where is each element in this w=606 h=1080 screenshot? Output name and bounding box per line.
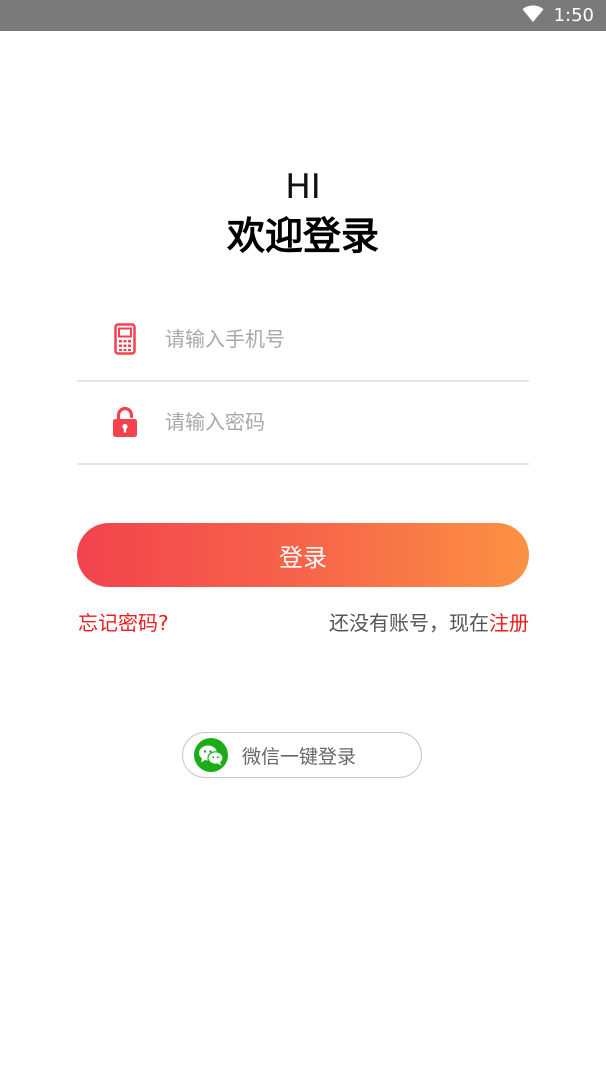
password-input-row	[77, 381, 529, 465]
wechat-icon	[194, 738, 228, 772]
status-time: 1:50	[553, 5, 594, 26]
phone-input-row	[77, 298, 529, 382]
status-indicators: 1:50	[522, 4, 594, 28]
mobile-phone-icon	[111, 322, 139, 356]
unlocked-padlock-icon	[111, 405, 139, 439]
login-button[interactable]: 登录	[77, 523, 529, 587]
greeting-hi: HI	[285, 167, 321, 207]
password-input[interactable]	[165, 402, 495, 442]
register-prompt: 还没有账号，现在注册	[329, 608, 529, 638]
register-link[interactable]: 注册	[489, 611, 529, 635]
no-account-text: 还没有账号，现在	[329, 611, 489, 635]
wechat-login-button[interactable]: 微信一键登录	[182, 732, 422, 778]
status-bar: 1:50	[0, 0, 606, 31]
phone-input[interactable]	[165, 319, 495, 359]
wifi-icon	[522, 5, 544, 27]
page-title: 欢迎登录	[226, 214, 379, 258]
wechat-login-label: 微信一键登录	[242, 745, 357, 768]
forgot-password-link[interactable]: 忘记密码?	[78, 608, 169, 638]
